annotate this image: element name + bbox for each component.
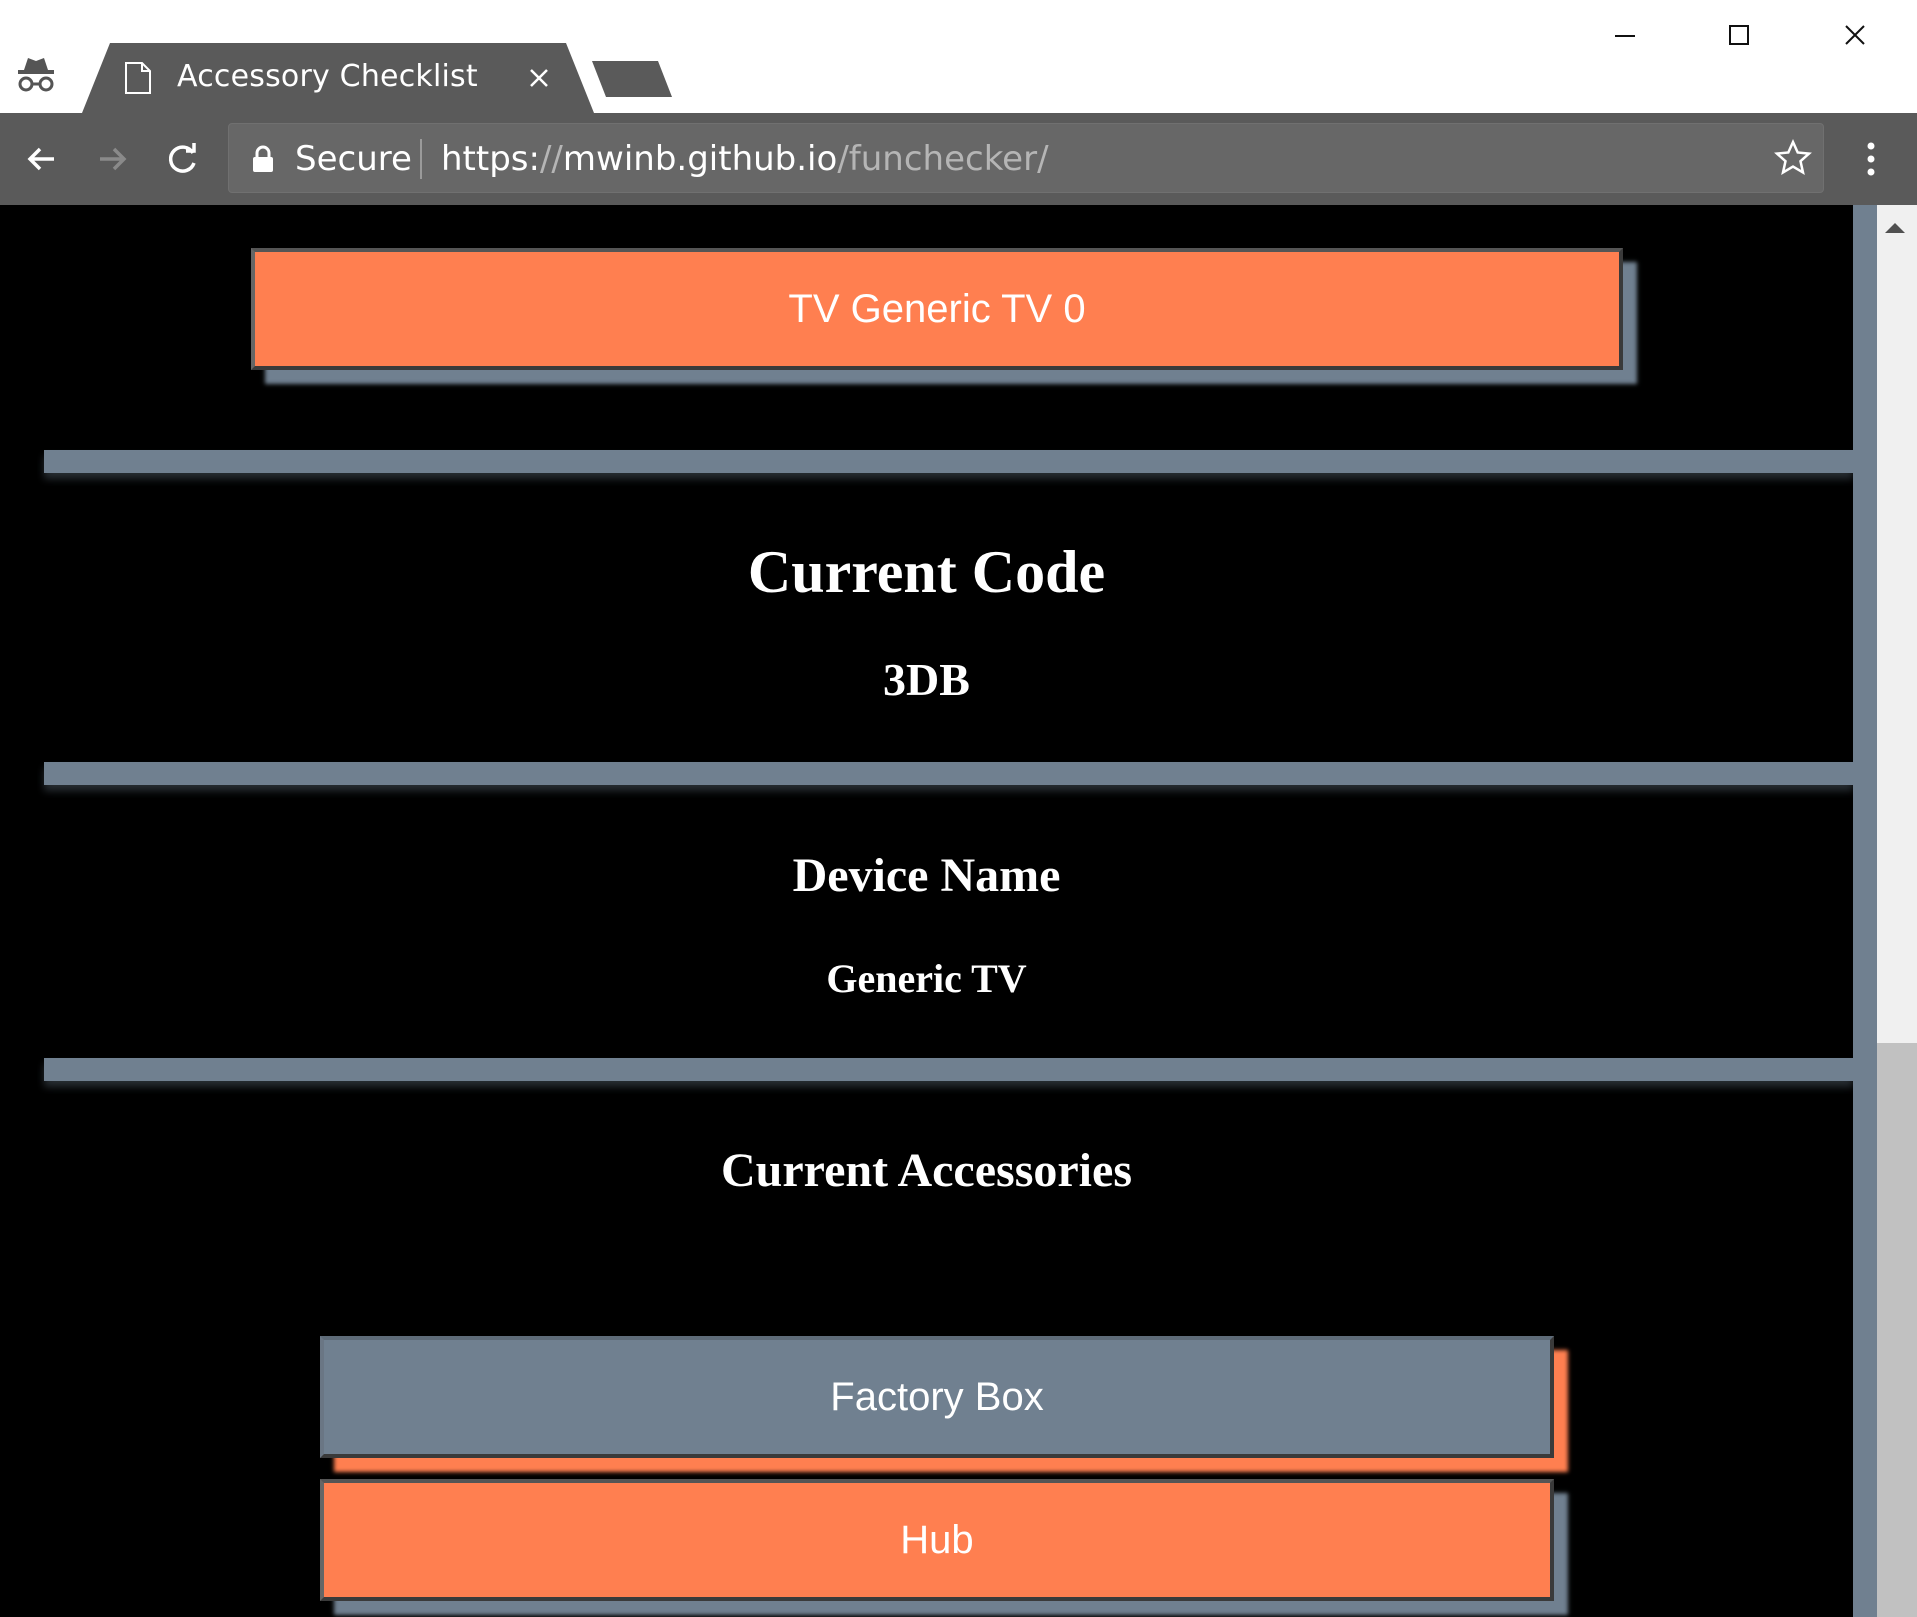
window-close-icon[interactable] — [1830, 16, 1880, 56]
scroll-up-icon[interactable] — [1883, 219, 1907, 235]
page-content: TV Generic TV 0 Current Code 3DB Device … — [0, 205, 1853, 1617]
browser-titlebar: Accessory Checklist — [0, 0, 1917, 113]
url-text[interactable]: https://mwinb.github.io/funchecker/ — [441, 139, 1049, 179]
tab-accessory-checklist[interactable]: Accessory Checklist — [82, 43, 594, 113]
incognito-icon — [18, 58, 54, 92]
device-name-heading: Device Name — [792, 849, 1061, 902]
secure-label: Secure — [295, 139, 412, 179]
current-accessories-heading: Current Accessories — [721, 1144, 1132, 1197]
star-icon[interactable] — [1773, 138, 1813, 178]
lock-icon — [253, 145, 273, 172]
url-slashes: // — [539, 139, 563, 179]
close-icon[interactable] — [526, 65, 552, 91]
file-icon — [125, 62, 151, 94]
new-tab-button[interactable] — [592, 61, 672, 97]
accessory-hub-button[interactable]: Hub — [320, 1479, 1554, 1601]
url-host: mwinb.github.io — [562, 139, 838, 179]
current-code-heading: Current Code — [747, 539, 1106, 605]
tv-device-button[interactable]: TV Generic TV 0 — [251, 248, 1623, 370]
forward-arrow-icon[interactable] — [90, 137, 134, 181]
reload-icon[interactable] — [160, 137, 204, 181]
url-scheme: https: — [441, 139, 540, 179]
accessory-factory-box-button[interactable]: Factory Box — [320, 1336, 1554, 1458]
url-path: /funchecker/ — [837, 139, 1049, 179]
browser-toolbar: Secure https://mwinb.github.io/funchecke… — [0, 113, 1917, 205]
scroll-thumb[interactable] — [1877, 1043, 1917, 1617]
address-separator — [420, 139, 422, 179]
device-name-value: Generic TV — [826, 956, 1027, 1001]
section-divider — [44, 450, 1853, 473]
current-code-value: 3DB — [883, 654, 970, 705]
section-divider — [44, 1058, 1853, 1081]
tab-title: Accessory Checklist — [177, 59, 478, 94]
back-arrow-icon[interactable] — [20, 137, 64, 181]
menu-icon[interactable] — [1856, 137, 1886, 181]
page-scrollbar[interactable] — [1853, 205, 1917, 1617]
section-divider — [44, 762, 1853, 785]
minimize-icon[interactable] — [1600, 16, 1650, 56]
address-bar[interactable]: Secure https://mwinb.github.io/funchecke… — [228, 123, 1824, 193]
maximize-icon[interactable] — [1714, 16, 1764, 56]
